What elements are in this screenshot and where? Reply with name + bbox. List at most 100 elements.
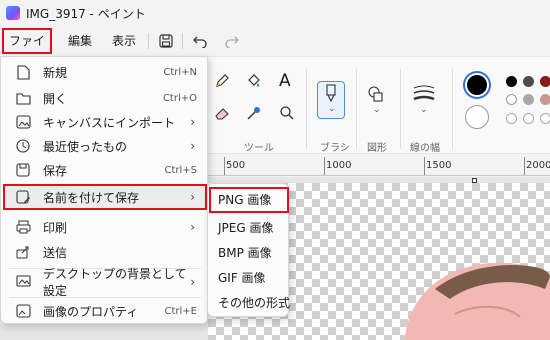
file-menu-open[interactable]: 開く Ctrl+O bbox=[5, 87, 205, 109]
chevron-right-icon: › bbox=[190, 190, 195, 204]
palette-color-white[interactable] bbox=[506, 94, 517, 105]
file-menu-set-desktop-background[interactable]: デスクトップの背景として設定 › bbox=[5, 267, 205, 298]
file-menu-label: 画像のプロパティ bbox=[43, 304, 139, 319]
desktop-background-icon bbox=[15, 274, 31, 290]
file-menu-save[interactable]: 保存 Ctrl+S bbox=[5, 159, 205, 181]
file-menu-recent[interactable]: 最近使ったもの › bbox=[5, 135, 205, 157]
file-menu-label: 保存 bbox=[43, 163, 68, 178]
ribbon-divider bbox=[400, 69, 401, 149]
line-width-icon bbox=[413, 85, 435, 101]
save-icon bbox=[15, 162, 31, 178]
shortcut-label: Ctrl+S bbox=[164, 164, 197, 176]
chevron-right-icon: › bbox=[190, 275, 195, 289]
file-menu-label: 開く bbox=[43, 91, 68, 106]
save-as-other-formats[interactable]: その他の形式 bbox=[208, 292, 290, 314]
shapes-button[interactable]: ⌄ bbox=[366, 85, 390, 119]
title-bar: IMG_3917 - ペイント bbox=[0, 0, 550, 26]
ruler-label: 1000 bbox=[326, 160, 352, 171]
file-menu-label: 送信 bbox=[43, 245, 68, 260]
file-menu-dropdown: 新規 Ctrl+N 開く Ctrl+O キャンバスにインポート › 最近使ったも… bbox=[0, 56, 208, 324]
file-menu-label: 最近使ったもの bbox=[43, 139, 128, 154]
ribbon-divider bbox=[356, 69, 357, 149]
brush-group-label: ブラシ bbox=[320, 143, 350, 154]
folder-icon bbox=[15, 90, 31, 106]
fill-bucket-icon[interactable] bbox=[246, 73, 262, 92]
palette-color-black[interactable] bbox=[506, 76, 517, 87]
ribbon-divider bbox=[306, 69, 307, 149]
palette-color-empty[interactable] bbox=[523, 113, 534, 124]
file-menu-label: 新規 bbox=[43, 65, 68, 80]
ruler-tick bbox=[324, 157, 325, 175]
redo-icon[interactable] bbox=[220, 30, 244, 52]
file-menu-new[interactable]: 新規 Ctrl+N bbox=[5, 61, 205, 83]
toolbar-divider bbox=[148, 33, 149, 49]
new-file-icon bbox=[15, 64, 31, 80]
palette-color-empty[interactable] bbox=[540, 113, 550, 124]
save-as-icon bbox=[15, 189, 31, 205]
eraser-icon[interactable] bbox=[214, 105, 230, 124]
secondary-color-swatch[interactable] bbox=[465, 105, 489, 129]
palette-color-light-gray[interactable] bbox=[523, 94, 534, 105]
chevron-down-icon: ⌄ bbox=[373, 105, 381, 115]
save-as-gif[interactable]: GIF 画像 bbox=[208, 267, 290, 289]
menu-file[interactable]: ファイル bbox=[2, 28, 52, 70]
window-title: IMG_3917 - ペイント bbox=[26, 6, 146, 21]
image-properties-icon bbox=[15, 303, 31, 319]
import-image-icon bbox=[15, 114, 31, 130]
file-menu-print[interactable]: 印刷 › bbox=[5, 216, 205, 238]
save-as-bmp[interactable]: BMP 画像 bbox=[208, 242, 290, 264]
toolbar-divider bbox=[182, 33, 183, 49]
save-as-png[interactable]: PNG 画像 bbox=[208, 189, 290, 211]
ruler-tick bbox=[424, 157, 425, 175]
shortcut-label: Ctrl+N bbox=[163, 66, 197, 78]
color-picker-icon[interactable] bbox=[246, 105, 262, 124]
brush-button[interactable]: ⌄ bbox=[317, 81, 345, 119]
pencil-icon[interactable] bbox=[214, 73, 230, 92]
undo-icon[interactable] bbox=[188, 30, 212, 52]
palette-color-gray[interactable] bbox=[523, 76, 534, 87]
ruler-tick bbox=[224, 157, 225, 175]
chevron-right-icon: › bbox=[190, 115, 195, 129]
file-menu-send[interactable]: 送信 bbox=[5, 241, 205, 263]
brush-icon bbox=[326, 84, 336, 103]
shapes-icon bbox=[368, 86, 383, 102]
ruler-tick bbox=[524, 157, 525, 175]
file-menu-image-properties[interactable]: 画像のプロパティ Ctrl+E bbox=[5, 300, 205, 322]
file-menu-label: デスクトップの背景として設定 bbox=[43, 267, 187, 298]
shortcut-label: Ctrl+O bbox=[162, 92, 197, 104]
file-menu-label: 名前を付けて保存 bbox=[43, 190, 140, 205]
ruler-label: 1500 bbox=[426, 160, 452, 171]
line-width-button[interactable]: ⌄ bbox=[412, 83, 438, 119]
file-menu-import-to-canvas[interactable]: キャンバスにインポート › bbox=[5, 111, 205, 133]
file-menu-label: キャンバスにインポート bbox=[43, 115, 176, 130]
paint-app-icon bbox=[6, 6, 20, 20]
ruler-label: 2000 bbox=[526, 160, 550, 171]
save-as-jpeg[interactable]: JPEG 画像 bbox=[208, 217, 290, 239]
menu-edit[interactable]: 編集 bbox=[60, 28, 100, 54]
share-icon bbox=[15, 244, 31, 260]
menu-divider bbox=[9, 297, 201, 298]
palette-color-dark-red[interactable] bbox=[540, 76, 550, 87]
ruler-label: 500 bbox=[226, 160, 246, 171]
chevron-right-icon: › bbox=[190, 139, 195, 153]
menu-view[interactable]: 表示 bbox=[104, 28, 144, 54]
resize-handle[interactable] bbox=[472, 178, 477, 183]
shapes-group-label: 図形 bbox=[367, 143, 387, 154]
chevron-down-icon: ⌄ bbox=[328, 104, 336, 114]
ribbon-divider bbox=[452, 69, 453, 149]
save-as-submenu: PNG 画像 JPEG 画像 BMP 画像 GIF 画像 その他の形式 bbox=[207, 183, 290, 317]
line-width-group-label: 線の幅 bbox=[410, 143, 440, 154]
menu-bar: ファイル 編集 表示 bbox=[0, 27, 550, 70]
tools-group-label: ツール bbox=[244, 143, 274, 154]
file-menu-save-as[interactable]: 名前を付けて保存 › bbox=[5, 186, 205, 208]
printer-icon bbox=[15, 219, 31, 235]
text-tool-icon[interactable]: A bbox=[279, 71, 291, 91]
chevron-down-icon: ⌄ bbox=[420, 105, 428, 115]
shortcut-label: Ctrl+E bbox=[164, 305, 198, 317]
primary-color-swatch[interactable] bbox=[465, 73, 489, 97]
magnifier-icon[interactable] bbox=[279, 105, 295, 124]
palette-color-rose-brown[interactable] bbox=[540, 94, 550, 105]
save-icon[interactable] bbox=[154, 30, 178, 52]
chevron-right-icon: › bbox=[190, 220, 195, 234]
palette-color-empty[interactable] bbox=[506, 113, 517, 124]
